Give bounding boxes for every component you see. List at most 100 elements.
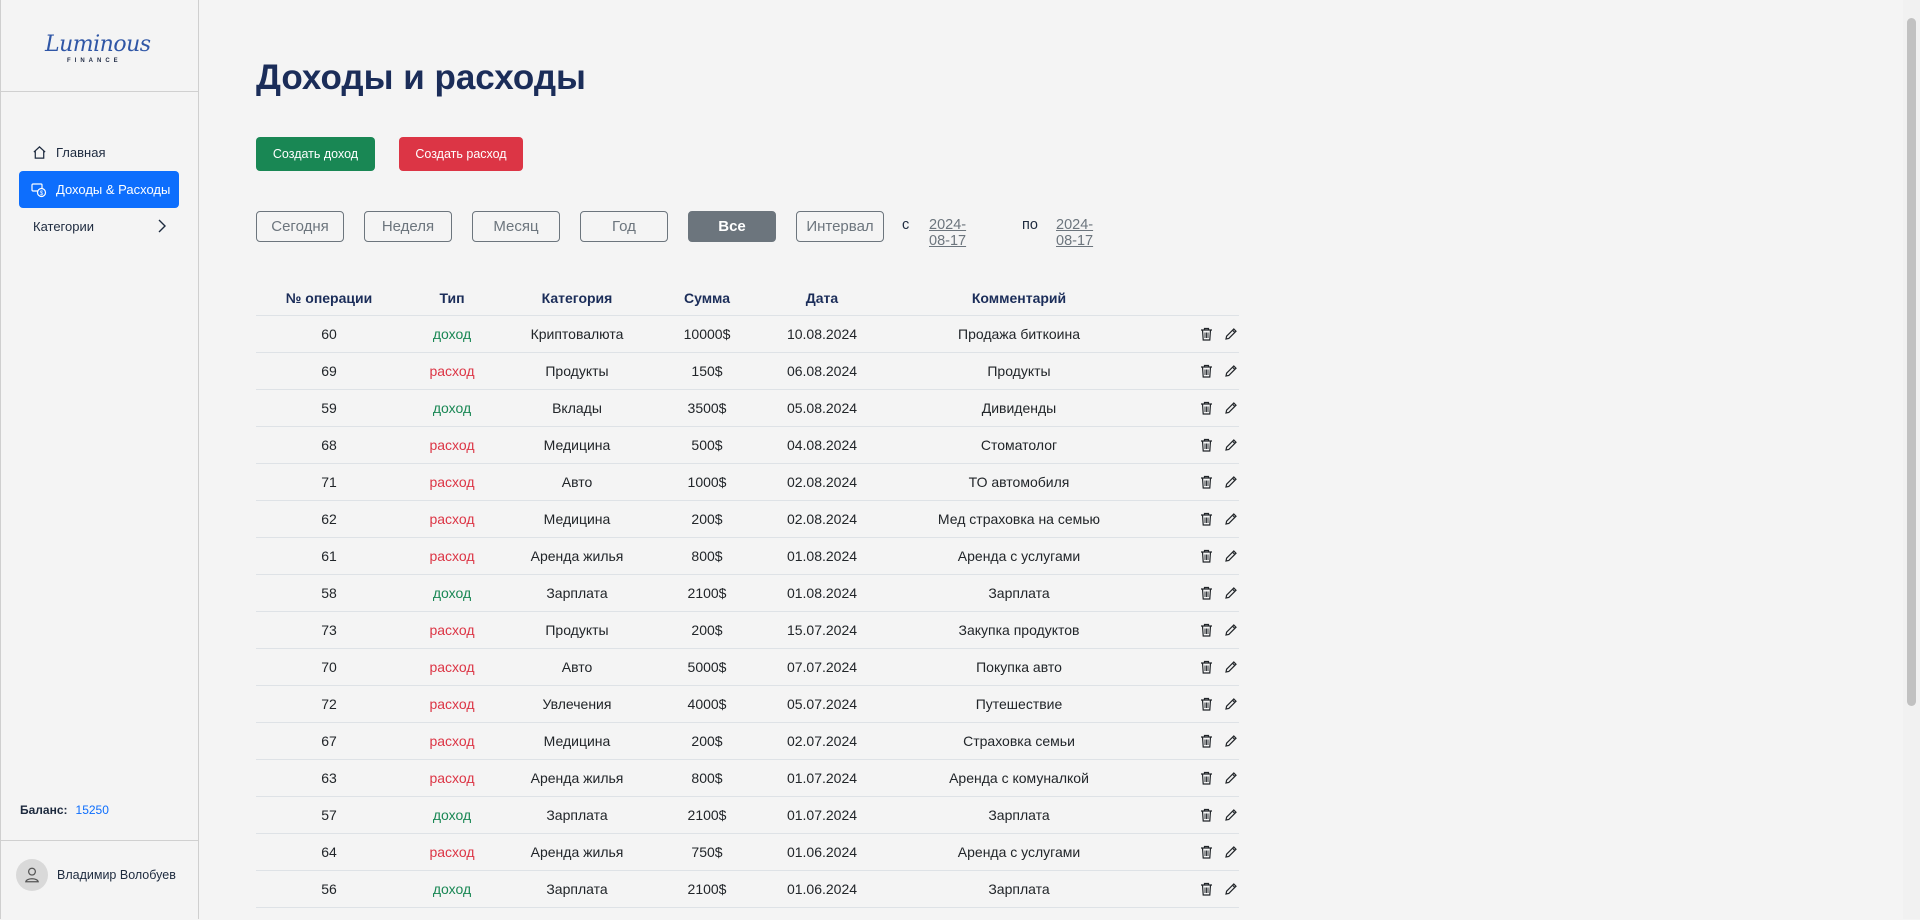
- trash-icon[interactable]: [1198, 844, 1214, 860]
- page-scrollbar[interactable]: [1903, 0, 1920, 919]
- operations-table: № операции Тип Категория Сумма Дата Комм…: [256, 280, 1239, 908]
- create-expense-button[interactable]: Создать расход: [399, 137, 523, 171]
- cell-comment: Закупка продуктов: [958, 622, 1080, 638]
- table-row: 69 расход Продукты 150$ 06.08.2024 Продукты: [256, 353, 1239, 390]
- trash-icon[interactable]: [1198, 511, 1214, 527]
- trash-icon[interactable]: [1198, 585, 1214, 601]
- cell-amount: 150$: [691, 363, 723, 379]
- table-row: 67 расход Медицина 200$ 02.07.2024 Страховка …: [256, 723, 1239, 760]
- sidebar-item-home[interactable]: Главная: [19, 134, 179, 171]
- table-row: 59 доход Вклады 3500$ 05.08.2024 Дивиденды: [256, 390, 1239, 427]
- brand-logo[interactable]: Luminous FINANCE: [1, 0, 198, 92]
- table-row: 58 доход Зарплата 2100$ 01.08.2024 Зарплата: [256, 575, 1239, 612]
- cell-amount: 1000$: [687, 474, 727, 490]
- cell-type: доход: [432, 881, 472, 897]
- cell-type: расход: [429, 437, 475, 453]
- pencil-icon[interactable]: [1223, 511, 1239, 527]
- trash-icon[interactable]: [1198, 659, 1214, 675]
- pencil-icon[interactable]: [1223, 622, 1239, 638]
- table-row: 57 доход Зарплата 2100$ 01.07.2024 Зарплата: [256, 797, 1239, 834]
- row-actions: [1156, 770, 1239, 786]
- row-actions: [1156, 363, 1239, 379]
- user-area[interactable]: Владимир Волобуев: [1, 840, 198, 920]
- sidebar-item-categories[interactable]: Категории: [19, 208, 179, 245]
- trash-icon[interactable]: [1198, 437, 1214, 453]
- cell-date: 05.08.2024: [786, 400, 858, 416]
- pencil-icon[interactable]: [1223, 696, 1239, 712]
- trash-icon[interactable]: [1198, 807, 1214, 823]
- filter-interval-button[interactable]: Интервал: [796, 211, 884, 242]
- user-icon: [25, 867, 39, 883]
- balance-value: 15250: [75, 803, 109, 817]
- trash-icon[interactable]: [1198, 548, 1214, 564]
- cell-amount: 4000$: [687, 696, 727, 712]
- table-row: 68 расход Медицина 500$ 04.08.2024 Стоматолог: [256, 427, 1239, 464]
- cell-comment: Дивиденды: [981, 400, 1057, 416]
- cell-comment: Аренда с услугами: [957, 548, 1081, 564]
- avatar[interactable]: [16, 859, 48, 891]
- row-actions: [1156, 474, 1239, 490]
- scrollbar-thumb[interactable]: [1907, 18, 1916, 706]
- balance-label: Баланс:: [20, 803, 68, 817]
- trash-icon[interactable]: [1198, 622, 1214, 638]
- row-actions: [1156, 696, 1239, 712]
- row-actions: [1156, 326, 1239, 342]
- cell-comment: Покупка авто: [976, 659, 1062, 675]
- sidebar-item-label: Доходы & Расходы: [56, 182, 171, 197]
- cell-id: 63: [321, 770, 337, 786]
- cell-category: Криптовалюта: [530, 326, 624, 342]
- row-actions: [1156, 807, 1239, 823]
- trash-icon[interactable]: [1198, 881, 1214, 897]
- trash-icon[interactable]: [1198, 400, 1214, 416]
- cell-comment: Аренда с услугами: [957, 844, 1081, 860]
- cell-comment: Зарплата: [988, 585, 1050, 601]
- pencil-icon[interactable]: [1223, 474, 1239, 490]
- date-to-picker[interactable]: 2024-08-17: [1056, 217, 1093, 249]
- table-row: 70 расход Авто 5000$ 07.07.2024 Покупка авто: [256, 649, 1239, 686]
- create-income-button[interactable]: Создать доход: [256, 137, 375, 171]
- pencil-icon[interactable]: [1223, 585, 1239, 601]
- row-actions: [1156, 437, 1239, 453]
- pencil-icon[interactable]: [1223, 363, 1239, 379]
- home-icon: [31, 145, 47, 161]
- table-row: 71 расход Авто 1000$ 02.08.2024 ТО автомобиля: [256, 464, 1239, 501]
- pencil-icon[interactable]: [1223, 400, 1239, 416]
- row-actions: [1156, 400, 1239, 416]
- pencil-icon[interactable]: [1223, 770, 1239, 786]
- pencil-icon[interactable]: [1223, 326, 1239, 342]
- sidebar-item-income-expenses[interactable]: $ Доходы & Расходы: [19, 171, 179, 208]
- cell-category: Увлечения: [542, 696, 612, 712]
- table-row: 72 расход Увлечения 4000$ 05.07.2024 Путешест…: [256, 686, 1239, 723]
- pencil-icon[interactable]: [1223, 807, 1239, 823]
- cell-comment: Зарплата: [988, 807, 1050, 823]
- trash-icon[interactable]: [1198, 474, 1214, 490]
- trash-icon[interactable]: [1198, 770, 1214, 786]
- filter-month-button[interactable]: Месяц: [472, 211, 560, 242]
- pencil-icon[interactable]: [1223, 844, 1239, 860]
- trash-icon[interactable]: [1198, 696, 1214, 712]
- filter-week-button[interactable]: Неделя: [364, 211, 452, 242]
- cell-category: Авто: [561, 659, 593, 675]
- money-icon: $: [31, 182, 47, 198]
- trash-icon[interactable]: [1198, 326, 1214, 342]
- table-row: 63 расход Аренда жилья 800$ 01.07.2024 Аренда…: [256, 760, 1239, 797]
- cell-type: расход: [429, 622, 475, 638]
- cell-id: 57: [321, 807, 337, 823]
- pencil-icon[interactable]: [1223, 548, 1239, 564]
- column-header-id: № операции: [285, 289, 373, 306]
- filter-today-button[interactable]: Сегодня: [256, 211, 344, 242]
- cell-id: 56: [321, 881, 337, 897]
- trash-icon[interactable]: [1198, 733, 1214, 749]
- date-from-picker[interactable]: 2024-08-17: [929, 217, 966, 249]
- column-header-date: Дата: [805, 289, 839, 306]
- cell-amount: 10000$: [683, 326, 731, 342]
- filter-all-button[interactable]: Все: [688, 211, 776, 242]
- filter-year-button[interactable]: Год: [580, 211, 668, 242]
- pencil-icon[interactable]: [1223, 659, 1239, 675]
- pencil-icon[interactable]: [1223, 733, 1239, 749]
- pencil-icon[interactable]: [1223, 881, 1239, 897]
- pencil-icon[interactable]: [1223, 437, 1239, 453]
- sidebar-item-label: Главная: [56, 145, 106, 160]
- trash-icon[interactable]: [1198, 363, 1214, 379]
- page-title: Доходы и расходы: [256, 58, 586, 97]
